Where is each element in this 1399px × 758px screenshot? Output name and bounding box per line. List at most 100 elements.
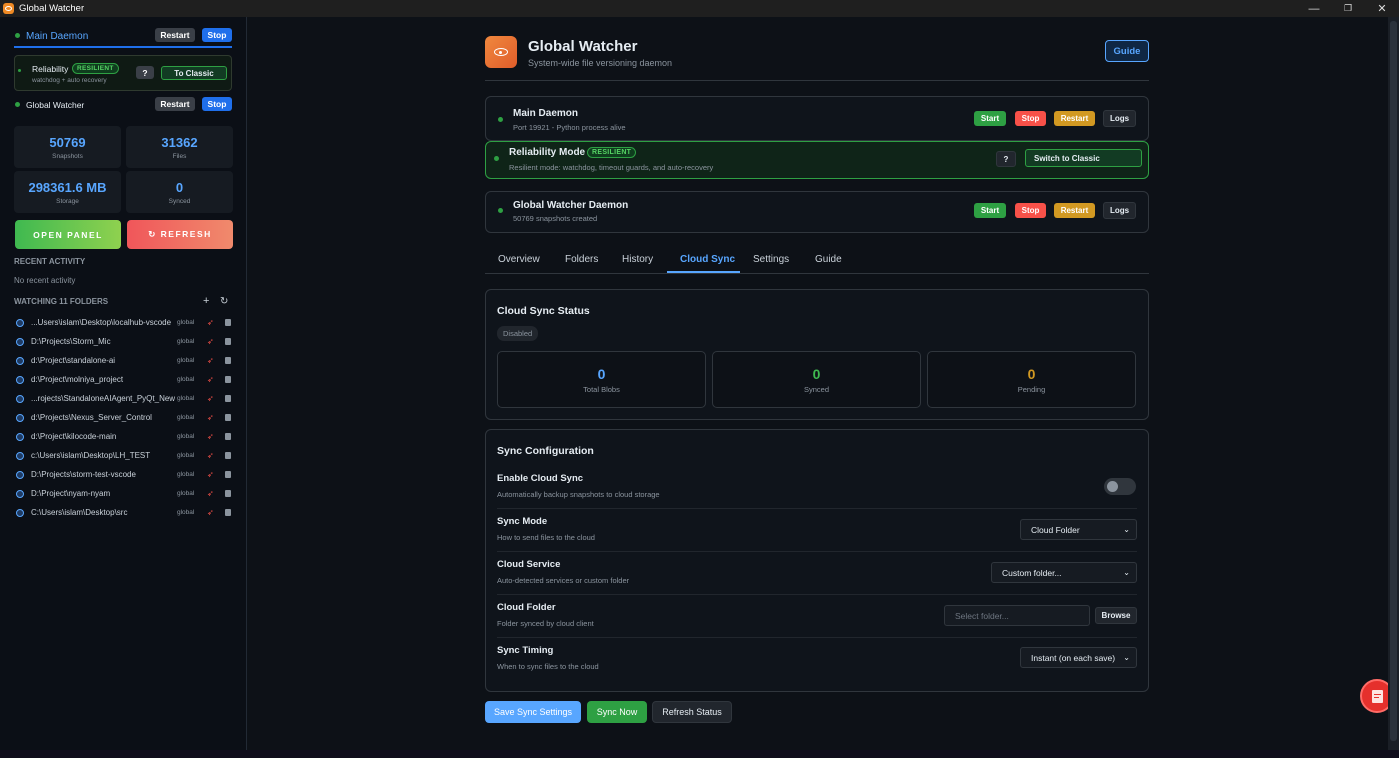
list-item[interactable]: D:\Projects\storm-test-vscode global ➶ xyxy=(16,465,232,484)
folder-tag: global xyxy=(177,376,195,383)
watching-folders-title: WATCHING 11 FOLDERS xyxy=(14,297,109,306)
close-button[interactable]: ✕ xyxy=(1365,0,1399,17)
trash-icon[interactable] xyxy=(225,509,231,516)
main-start-button[interactable]: Start xyxy=(974,111,1006,126)
minimize-button[interactable]: — xyxy=(1297,0,1331,17)
stat-value: 0 xyxy=(1027,366,1036,382)
scrollbar-thumb[interactable] xyxy=(1390,21,1397,741)
list-item[interactable]: d:\Projects\Nexus_Server_Control global ➶ xyxy=(16,408,232,427)
enable-cloud-sync-row: Enable Cloud Sync Automatically backup s… xyxy=(497,466,1137,509)
rocket-icon[interactable]: ➶ xyxy=(207,356,217,365)
folder-path: ...Users\islam\Desktop\localhub-vscode xyxy=(31,318,172,327)
folder-path: d:\Project\kilocode-main xyxy=(31,432,117,441)
reload-folders-icon[interactable]: ↻ xyxy=(220,296,228,307)
app-logo-icon xyxy=(3,3,14,14)
main-restart-button[interactable]: Restart xyxy=(1054,111,1095,126)
cloud-folder-input[interactable]: Select folder... xyxy=(944,605,1090,626)
enable-cloud-sync-toggle[interactable] xyxy=(1104,478,1136,495)
list-item[interactable]: C:\Users\islam\Desktop\src global ➶ xyxy=(16,503,232,522)
trash-icon[interactable] xyxy=(225,490,231,497)
global-start-button[interactable]: Start xyxy=(974,203,1006,218)
rocket-icon[interactable]: ➶ xyxy=(207,394,217,403)
browse-button[interactable]: Browse xyxy=(1095,607,1137,624)
document-icon xyxy=(1371,689,1383,703)
rocket-icon[interactable]: ➶ xyxy=(207,508,217,517)
tabs-divider xyxy=(485,273,1149,274)
global-logs-button[interactable]: Logs xyxy=(1103,202,1136,219)
sidebar: Main Daemon Restart Stop Reliability RES… xyxy=(0,17,247,758)
global-watcher-daemon-card: Global Watcher Daemon 50769 snapshots cr… xyxy=(485,191,1149,233)
sync-mode-select[interactable]: Cloud Folder ⌄ xyxy=(1020,519,1137,540)
sidebar-main-restart-button[interactable]: Restart xyxy=(155,28,195,42)
status-dot xyxy=(18,69,21,72)
tab-overview[interactable]: Overview xyxy=(498,254,540,265)
chevron-down-icon: ⌄ xyxy=(1123,568,1130,577)
list-item[interactable]: d:\Project\kilocode-main global ➶ xyxy=(16,427,232,446)
tab-folders[interactable]: Folders xyxy=(565,254,598,265)
scrollbar-track[interactable] xyxy=(1388,17,1399,750)
sidebar-main-daemon-label: Main Daemon xyxy=(26,31,89,42)
list-item[interactable]: c:\Users\islam\Desktop\LH_TEST global ➶ xyxy=(16,446,232,465)
rocket-icon[interactable]: ➶ xyxy=(207,489,217,498)
maximize-button[interactable]: ❐ xyxy=(1331,0,1365,17)
reliability-help-button[interactable]: ? xyxy=(136,66,154,79)
trash-icon[interactable] xyxy=(225,395,231,402)
sidebar-reliability-label: Reliability xyxy=(32,64,69,74)
main-logs-button[interactable]: Logs xyxy=(1103,110,1136,127)
list-item[interactable]: d:\Project\standalone-ai global ➶ xyxy=(16,351,232,370)
global-restart-button[interactable]: Restart xyxy=(1054,203,1095,218)
global-stop-button[interactable]: Stop xyxy=(1015,203,1046,218)
list-item[interactable]: ...rojects\StandaloneAIAgent_PyQt_New glo… xyxy=(16,389,232,408)
folder-tag: global xyxy=(177,490,195,497)
open-panel-button[interactable]: OPEN PANEL xyxy=(15,220,121,249)
sync-now-button[interactable]: Sync Now xyxy=(587,701,647,723)
add-folder-icon[interactable]: + xyxy=(203,295,209,307)
to-classic-button[interactable]: To Classic xyxy=(161,66,227,80)
save-sync-settings-button[interactable]: Save Sync Settings xyxy=(485,701,581,723)
rocket-icon[interactable]: ➶ xyxy=(207,451,217,460)
list-item[interactable]: d:\Project\molniya_project global ➶ xyxy=(16,370,232,389)
tab-guide[interactable]: Guide xyxy=(815,254,842,265)
reliability-help-button[interactable]: ? xyxy=(996,151,1016,167)
trash-icon[interactable] xyxy=(225,452,231,459)
trash-icon[interactable] xyxy=(225,433,231,440)
list-item[interactable]: ...Users\islam\Desktop\localhub-vscode gl… xyxy=(16,313,232,332)
refresh-status-button[interactable]: Refresh Status xyxy=(652,701,732,723)
folder-tag: global xyxy=(177,357,195,364)
rocket-icon[interactable]: ➶ xyxy=(207,470,217,479)
stat-value: 31362 xyxy=(161,135,198,150)
main-stop-button[interactable]: Stop xyxy=(1015,111,1046,126)
globe-icon xyxy=(16,451,24,460)
sidebar-global-stop-button[interactable]: Stop xyxy=(202,97,232,111)
trash-icon[interactable] xyxy=(225,376,231,383)
guide-button[interactable]: Guide xyxy=(1105,40,1149,62)
tab-cloud-sync[interactable]: Cloud Sync xyxy=(680,254,735,265)
refresh-button[interactable]: ↻ REFRESH xyxy=(127,220,233,249)
list-item[interactable]: D:\Project\nyam-nyam global ➶ xyxy=(16,484,232,503)
trash-icon[interactable] xyxy=(225,338,231,345)
list-item[interactable]: D:\Projects\Storm_Mic global ➶ xyxy=(16,332,232,351)
trash-icon[interactable] xyxy=(225,414,231,421)
trash-icon[interactable] xyxy=(225,357,231,364)
rocket-icon[interactable]: ➶ xyxy=(207,432,217,441)
synced-stat: 0 Synced xyxy=(712,351,921,408)
tab-history[interactable]: History xyxy=(622,254,653,265)
folder-tag: global xyxy=(177,471,195,478)
cloud-service-select[interactable]: Custom folder... ⌄ xyxy=(991,562,1137,583)
sync-timing-select[interactable]: Instant (on each save) ⌄ xyxy=(1020,647,1137,668)
sidebar-main-stop-button[interactable]: Stop xyxy=(202,28,232,42)
rocket-icon[interactable]: ➶ xyxy=(207,413,217,422)
folder-tag: global xyxy=(177,338,195,345)
trash-icon[interactable] xyxy=(225,319,231,326)
trash-icon[interactable] xyxy=(225,471,231,478)
rocket-icon[interactable]: ➶ xyxy=(207,375,217,384)
switch-to-classic-button[interactable]: Switch to Classic xyxy=(1025,149,1142,167)
main-daemon-sub: Port 19921 - Python process alive xyxy=(513,123,626,132)
tab-settings[interactable]: Settings xyxy=(753,254,789,265)
pending-stat: 0 Pending xyxy=(927,351,1136,408)
rocket-icon[interactable]: ➶ xyxy=(207,318,217,327)
sidebar-global-restart-button[interactable]: Restart xyxy=(155,97,195,111)
rocket-icon[interactable]: ➶ xyxy=(207,337,217,346)
reliability-mode-title: Reliability Mode xyxy=(509,147,586,158)
recent-activity-title: RECENT ACTIVITY xyxy=(14,257,86,266)
